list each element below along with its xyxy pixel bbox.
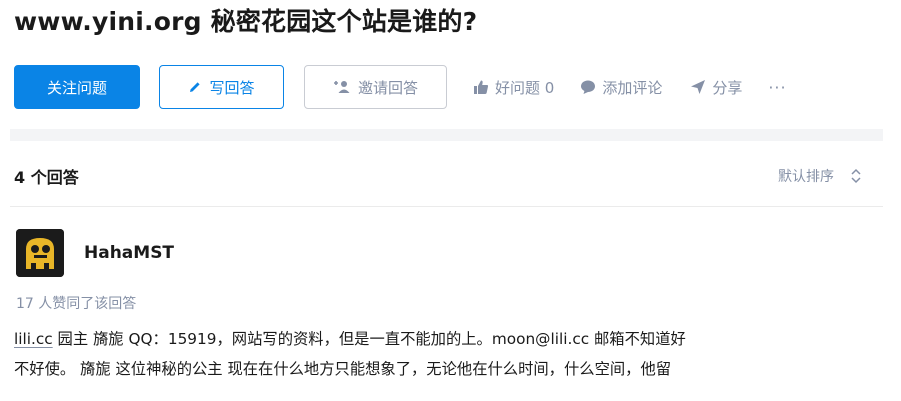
sort-updown-icon [850,168,862,184]
avatar[interactable] [16,229,64,277]
follow-question-button[interactable]: 关注问题 [14,65,140,109]
question-actions: 关注问题 写回答 邀请回答 好问题 0 添加评论 分享 ··· [14,65,787,109]
answers-header: 4 个回答 默认排序 [14,157,862,195]
write-answer-label: 写回答 [209,78,255,97]
add-user-icon [333,80,351,94]
invite-answer-button[interactable]: 邀请回答 [304,65,447,109]
follow-question-label: 关注问题 [46,78,107,97]
answer-line-1-text: 园主 旖旎 QQ：15919，网站写的资料，但是一直不能加的上。moon@lil… [52,330,686,348]
good-question-label: 好问题 0 [495,78,555,97]
paper-plane-icon [690,79,706,95]
add-comment-label: 添加评论 [602,78,663,97]
answer-line-2: 不好使。 旖旎 这位神秘的公主 现在在什么地方只能想象了，无论他在什么时间，什么… [14,360,672,378]
vote-count: 17 人赞同了该回答 [16,296,137,312]
add-comment-button[interactable]: 添加评论 [580,77,662,98]
sort-dropdown[interactable]: 默认排序 [778,166,862,186]
answer-author: HahaMST [16,229,174,277]
section-divider [10,129,883,141]
invite-answer-label: 邀请回答 [357,78,418,97]
good-question-button[interactable]: 好问题 0 [473,77,554,98]
share-button[interactable]: 分享 [690,77,742,98]
comment-bubble-icon [580,79,596,95]
site-link[interactable]: lili.cc [14,330,53,348]
write-answer-button[interactable]: 写回答 [159,65,284,109]
pencil-icon [188,80,202,94]
answer-line-1: lili.cc 园主 旖旎 QQ：15919，网站写的资料，但是一直不能加的上。… [14,324,874,354]
sort-label: 默认排序 [778,169,834,185]
answers-divider [10,206,883,207]
question-title: www.yini.org 秘密花园这个站是谁的? [14,7,478,36]
author-name[interactable]: HahaMST [84,243,174,263]
answer-content: lili.cc 园主 旖旎 QQ：15919，网站写的资料，但是一直不能加的上。… [14,324,874,384]
thumb-up-icon [473,79,489,95]
answers-count: 4 个回答 [14,168,79,187]
share-label: 分享 [712,78,743,97]
more-button[interactable]: ··· [768,78,786,97]
